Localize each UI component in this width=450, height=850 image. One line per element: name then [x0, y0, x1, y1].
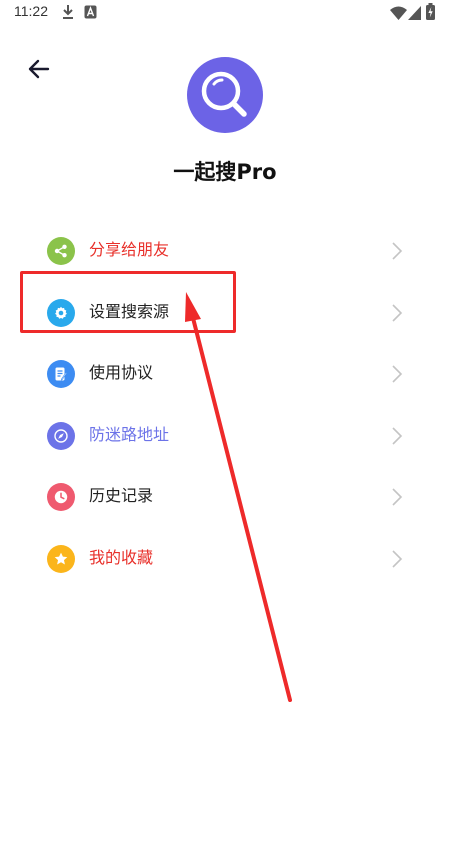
compass-icon: [47, 421, 75, 450]
arrow-left-icon: [28, 59, 50, 79]
clock-icon: [47, 483, 75, 511]
chevron-right-icon: [392, 242, 403, 260]
status-time: 11:22: [14, 3, 48, 19]
search-icon: [201, 71, 247, 117]
star-icon: [47, 544, 75, 573]
menu-item-history[interactable]: 历史记录: [0, 466, 450, 528]
menu-item-usage-agreement[interactable]: 使用协议: [0, 343, 450, 405]
menu-item-favorites[interactable]: 我的收藏: [0, 528, 450, 590]
battery-charging-icon: [426, 3, 435, 24]
menu-label-backup-address: 防迷路地址: [89, 424, 170, 444]
menu-label-history: 历史记录: [89, 486, 154, 505]
share-icon: [47, 237, 75, 265]
status-bar: 11:22: [0, 0, 450, 26]
download-icon: [62, 4, 74, 24]
chevron-right-icon: [392, 303, 403, 322]
document-edit-icon: [47, 360, 75, 388]
menu-label-favorites: 我的收藏: [89, 547, 154, 567]
menu-item-backup-address[interactable]: 防迷路地址: [0, 405, 450, 467]
wifi-icon: [390, 5, 407, 24]
back-button[interactable]: [24, 54, 54, 84]
chevron-right-icon: [392, 426, 403, 445]
chevron-right-icon: [392, 488, 403, 506]
chevron-right-icon: [392, 365, 403, 383]
menu-label-usage-agreement: 使用协议: [89, 363, 154, 382]
app-logo: [187, 57, 263, 133]
signal-icon: [408, 5, 421, 24]
notification-a-icon: [84, 4, 97, 23]
annotation-highlight-box: [20, 271, 236, 333]
chevron-right-icon: [392, 549, 403, 568]
menu-label-share: 分享给朋友: [89, 240, 170, 259]
app-title: 一起搜Pro: [173, 160, 277, 184]
